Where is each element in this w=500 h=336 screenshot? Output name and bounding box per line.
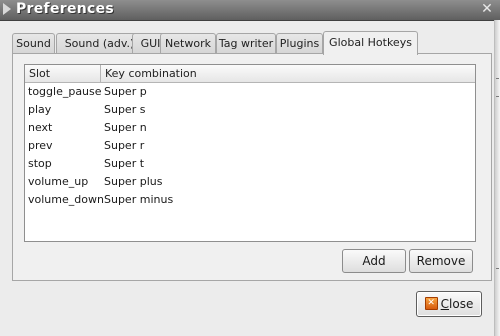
- slot-cell: toggle_pause: [28, 85, 102, 98]
- close-label-rest: lose: [449, 297, 474, 311]
- column-header-slot[interactable]: Slot: [25, 65, 101, 82]
- list-item[interactable]: volume_up Super plus: [25, 173, 475, 191]
- close-button[interactable]: ✕ Close: [416, 291, 482, 317]
- tab-network[interactable]: Network: [160, 33, 216, 53]
- tab-global-hotkeys[interactable]: Global Hotkeys: [323, 31, 418, 55]
- close-mnemonic: C: [440, 297, 450, 311]
- edge-tick: [496, 268, 499, 269]
- close-icon: ✕: [424, 297, 438, 310]
- tab-tag-writer[interactable]: Tag writer: [216, 33, 276, 53]
- slot-cell: play: [28, 103, 52, 116]
- list-item[interactable]: toggle_pause Super p: [25, 83, 475, 101]
- list-item[interactable]: prev Super r: [25, 137, 475, 155]
- key-cell: Super n: [104, 121, 147, 134]
- window-title: Preferences: [16, 1, 115, 17]
- title-bar[interactable]: Preferences ✕: [0, 0, 500, 21]
- triangle-right-icon[interactable]: [3, 3, 11, 15]
- slot-cell: prev: [28, 139, 53, 152]
- list-item[interactable]: stop Super t: [25, 155, 475, 173]
- global-hotkeys-panel: Slot Key combination toggle_pause Super …: [12, 53, 492, 281]
- slot-cell: volume_down: [28, 193, 104, 206]
- window-close-icon[interactable]: ✕: [480, 2, 494, 16]
- column-header-key-combination[interactable]: Key combination: [101, 65, 475, 82]
- key-cell: Super t: [104, 157, 145, 170]
- tab-sound[interactable]: Sound: [12, 33, 55, 53]
- slot-cell: volume_up: [28, 175, 89, 188]
- list-header: Slot Key combination: [25, 65, 475, 83]
- remove-button[interactable]: Remove: [409, 249, 473, 273]
- tab-plugins[interactable]: Plugins: [276, 33, 323, 53]
- list-item[interactable]: volume_down Super minus: [25, 191, 475, 209]
- slot-cell: stop: [28, 157, 52, 170]
- key-cell: Super minus: [104, 193, 174, 206]
- key-cell: Super r: [104, 139, 145, 152]
- list-item[interactable]: play Super s: [25, 101, 475, 119]
- close-button-label: Close: [441, 297, 474, 311]
- window-edge: [494, 20, 500, 336]
- slot-cell: next: [28, 121, 53, 134]
- hotkey-list[interactable]: Slot Key combination toggle_pause Super …: [24, 64, 476, 242]
- tab-sound-adv[interactable]: Sound (adv.): [56, 33, 143, 53]
- preferences-window: Preferences ✕ Sound Sound (adv.) GUI Net…: [0, 0, 500, 336]
- key-cell: Super s: [104, 103, 146, 116]
- edge-tick: [496, 78, 499, 79]
- list-item[interactable]: next Super n: [25, 119, 475, 137]
- add-button[interactable]: Add: [342, 249, 406, 273]
- key-cell: Super p: [104, 85, 147, 98]
- hotkey-rows: toggle_pause Super p play Super s next S…: [25, 83, 475, 209]
- key-cell: Super plus: [104, 175, 163, 188]
- edge-tick: [496, 96, 499, 97]
